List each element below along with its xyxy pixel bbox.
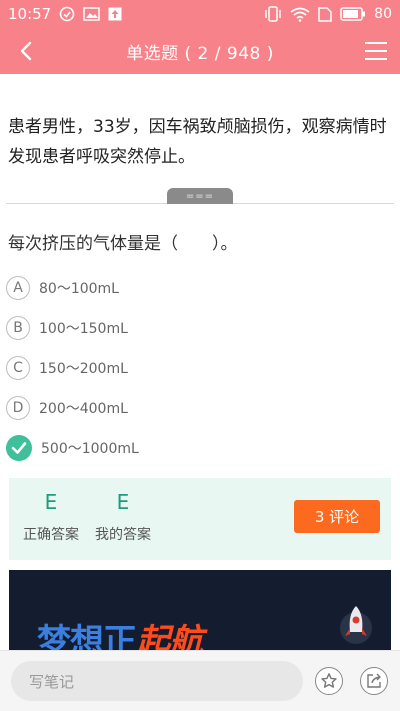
app-notification-icon <box>59 6 75 22</box>
menu-button[interactable] <box>362 39 390 63</box>
option-text: 500～1000mL <box>41 441 139 457</box>
option-e[interactable]: 500～1000mL <box>6 434 139 462</box>
banner-text-part2: 起航 <box>136 622 203 650</box>
chevron-left-icon <box>20 41 32 61</box>
bottom-bar: 写笔记 <box>0 650 400 711</box>
note-input[interactable]: 写笔记 <box>11 661 303 701</box>
option-text: 100～150mL <box>39 321 128 337</box>
upload-notification-icon <box>108 7 122 21</box>
battery-level: 80 <box>374 6 392 22</box>
drag-handle[interactable]: === <box>167 188 233 204</box>
status-bar: 10:57 80 <box>0 0 400 28</box>
option-d[interactable]: D 200～400mL <box>6 394 128 422</box>
nav-bar: 单选题 ( 2 / 948 ) <box>0 28 400 74</box>
option-text: 200～400mL <box>39 401 128 417</box>
option-letter-badge: C <box>6 356 30 380</box>
my-answer: E 我的答案 <box>91 488 155 544</box>
question-text: 每次挤压的气体量是（ ）。 <box>8 234 238 254</box>
option-c[interactable]: C 150～200mL <box>6 354 128 382</box>
banner-ad[interactable]: 梦想正起航 <box>9 570 391 650</box>
answer-panel: E 正确答案 E 我的答案 3 评论 <box>9 478 391 560</box>
rocket-icon <box>340 606 372 644</box>
my-answer-label: 我的答案 <box>95 527 151 543</box>
banner-text: 梦想正起航 <box>37 614 203 650</box>
option-text: 150～200mL <box>39 361 128 377</box>
share-button[interactable] <box>360 667 388 695</box>
sim-icon <box>318 6 332 22</box>
my-answer-value: E <box>116 490 130 514</box>
hamburger-menu-icon <box>365 42 387 60</box>
option-letter-badge: D <box>6 396 30 420</box>
option-letter-badge: A <box>6 276 30 300</box>
comments-button[interactable]: 3 评论 <box>294 500 380 533</box>
correct-answer-label: 正确答案 <box>23 527 79 543</box>
correct-answer: E 正确答案 <box>19 488 83 544</box>
back-button[interactable] <box>12 37 40 65</box>
option-b[interactable]: B 100～150mL <box>6 314 128 342</box>
battery-icon <box>340 7 366 21</box>
banner-text-part1: 梦想正 <box>37 622 137 650</box>
correct-answer-value: E <box>44 490 58 514</box>
checkmark-icon <box>6 435 32 461</box>
wifi-icon <box>290 7 310 22</box>
option-text: 80～100mL <box>39 281 119 297</box>
star-icon <box>321 673 337 688</box>
favorite-button[interactable] <box>315 667 343 695</box>
share-icon <box>367 673 381 688</box>
question-stem: 患者男性，33岁，因车祸致颅脑损伤，观察病情时发现患者呼吸突然停止。 <box>8 117 387 167</box>
image-notification-icon <box>83 7 100 21</box>
status-time: 10:57 <box>8 5 52 23</box>
option-a[interactable]: A 80～100mL <box>6 274 119 302</box>
option-letter-badge: B <box>6 316 30 340</box>
vibrate-icon <box>264 6 282 22</box>
page-title: 单选题 ( 2 / 948 ) <box>126 43 274 64</box>
